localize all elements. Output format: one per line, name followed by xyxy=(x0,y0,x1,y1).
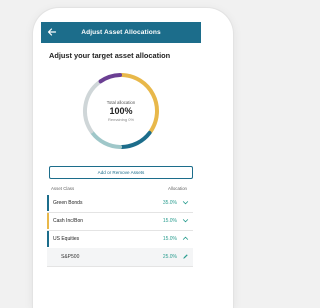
section-heading: Adjust your target asset allocation xyxy=(49,51,171,60)
table-row[interactable]: Green Bonds 35.0% xyxy=(47,194,193,213)
table-subrow[interactable]: S&P500 25.0% xyxy=(47,248,193,267)
row-color-bar xyxy=(47,213,49,229)
column-asset-class: Asset Class xyxy=(51,186,75,191)
asset-name: Cash Inc/Bon xyxy=(53,218,84,224)
app-screen: Adjust Asset Allocations Adjust your tar… xyxy=(41,22,201,300)
table-row[interactable]: Cash Inc/Bon 15.0% xyxy=(47,212,193,231)
asset-percent: 15.0% xyxy=(162,236,177,242)
pencil-icon[interactable] xyxy=(182,253,189,260)
chevron-down-icon[interactable] xyxy=(182,199,189,206)
arrow-left-icon[interactable] xyxy=(46,26,58,38)
row-color-bar xyxy=(47,231,49,247)
asset-name: Green Bonds xyxy=(53,200,83,206)
asset-percent: 35.0% xyxy=(162,200,177,206)
page-title: Adjust Asset Allocations xyxy=(81,29,161,36)
table-row[interactable]: US Equities 15.0% xyxy=(47,230,193,249)
donut-center: Total allocation 100% Remaining 0% xyxy=(78,68,164,154)
remaining-allocation-label: Remaining 0% xyxy=(107,117,134,122)
asset-name: S&P500 xyxy=(61,254,80,260)
asset-percent: 15.0% xyxy=(162,218,177,224)
add-remove-assets-button[interactable]: Add or Remove Assets xyxy=(49,166,193,179)
column-allocation: Allocation xyxy=(167,186,187,191)
total-allocation-label: Total allocation xyxy=(106,100,136,105)
app-bar: Adjust Asset Allocations xyxy=(41,22,201,43)
asset-name: US Equities xyxy=(53,236,80,242)
row-color-bar xyxy=(47,195,49,211)
total-allocation-value: 100% xyxy=(109,106,133,116)
chevron-down-icon[interactable] xyxy=(182,217,189,224)
table-header: Asset Class Allocation xyxy=(49,184,191,194)
chevron-up-icon[interactable] xyxy=(182,235,189,242)
asset-percent: 25.0% xyxy=(162,254,177,260)
